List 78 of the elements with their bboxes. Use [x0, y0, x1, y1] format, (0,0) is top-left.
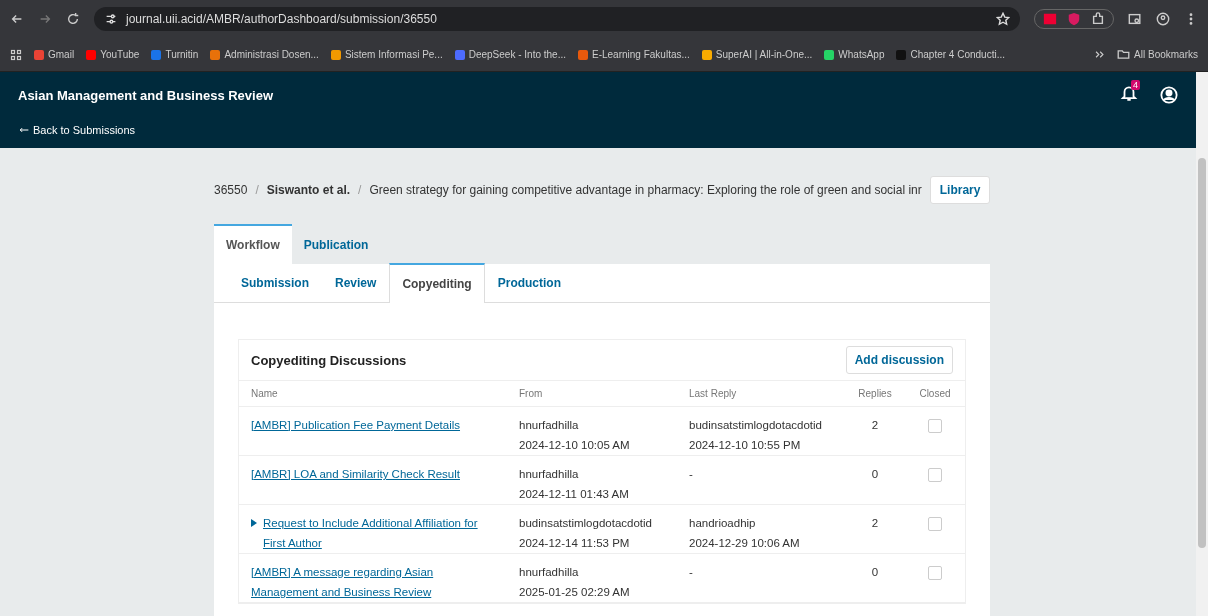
reply-count: 2: [871, 419, 879, 431]
reply-count: 2: [871, 517, 879, 529]
address-bar[interactable]: journal.uii.acid/AMBR/authorDashboard/submission/36550: [94, 7, 1020, 31]
section-title: Copyediting Discussions: [251, 352, 407, 368]
bell-icon[interactable]: [1120, 84, 1138, 102]
discussion-link[interactable]: [AMBR] Publication Fee Payment Details: [251, 415, 460, 447]
closed-checkbox[interactable]: [928, 517, 942, 531]
add-discussion-button[interactable]: Add discussion: [845, 346, 953, 374]
puzzle-icon[interactable]: [1091, 12, 1105, 26]
column-header: From: [507, 381, 677, 407]
submission-id: 36550: [214, 183, 248, 197]
column-header: Last Reply: [677, 381, 845, 407]
sender-name: hnurfadhilla: [519, 565, 580, 580]
discussion-link[interactable]: [AMBR] LOA and Similarity Check Result: [251, 464, 460, 496]
discussion-link[interactable]: Request to Include Additional Affiliation for First Author: [263, 513, 495, 545]
bookmark[interactable]: Chapter 4 Conducti...: [896, 49, 1005, 60]
separator: /: [358, 183, 362, 197]
user-account-icon[interactable]: [1160, 86, 1178, 104]
sent-date: 2024-12-14 11:53 PM: [519, 536, 631, 551]
back-arrow-icon[interactable]: [10, 12, 24, 26]
notification-badge: 4: [1131, 80, 1140, 90]
shield-icon[interactable]: [1067, 12, 1081, 26]
journal-title: Asian Management and Business Review: [18, 87, 275, 103]
bookmark[interactable]: E-Learning Fakultas...: [578, 49, 690, 60]
star-icon[interactable]: [996, 12, 1010, 26]
apps-grid-icon[interactable]: [10, 48, 22, 61]
last-reply-date: 2024-12-29 10:06 AM: [689, 536, 801, 551]
bookmark[interactable]: Sistem Informasi Pe...: [330, 49, 443, 60]
chevrons-icon[interactable]: [1094, 49, 1106, 60]
profile-icon[interactable]: [1156, 12, 1170, 26]
sent-date: 2025-01-25 02:29 AM: [519, 585, 631, 600]
last-reply-user: handrioadhip: [689, 516, 757, 531]
submission-title: Green strategy for gaining competitive advantage in pharmacy: Exploring the role of green and social inr: [369, 183, 922, 197]
bookmark[interactable]: DeepSeek - Into the...: [454, 49, 566, 60]
sender-name: budinsatstimlogdotacdotid: [519, 516, 653, 531]
bookmark[interactable]: YouTube: [86, 49, 140, 60]
last-reply-user: -: [689, 467, 694, 482]
bookmark[interactable]: Turnitin: [151, 49, 199, 60]
url-text: journal.uii.acid/AMBR/authorDashboard/submission/36550: [126, 12, 438, 26]
reply-count: 0: [871, 468, 879, 480]
sender-name: hnurfadhilla: [519, 418, 580, 433]
column-header: Name: [239, 381, 507, 407]
tab[interactable]: Publication: [291, 224, 381, 264]
stage-tab[interactable]: Copyediting: [389, 263, 485, 303]
tab-search-icon[interactable]: [1128, 12, 1142, 26]
bookmark[interactable]: Gmail: [34, 49, 75, 60]
extension-icon[interactable]: [1043, 12, 1057, 26]
site-settings-icon[interactable]: [104, 12, 118, 26]
separator: /: [255, 183, 259, 197]
folder-icon[interactable]: [1117, 48, 1131, 61]
submission-authors: Siswanto et al.: [266, 183, 351, 197]
left-arrow-icon[interactable]: [18, 125, 30, 135]
closed-checkbox[interactable]: [928, 566, 942, 580]
column-header: Closed: [905, 381, 965, 407]
reply-count: 0: [871, 566, 879, 578]
closed-checkbox[interactable]: [928, 468, 942, 482]
stage-tab[interactable]: Production: [484, 262, 575, 302]
stage-tab[interactable]: Submission: [228, 262, 322, 302]
scrollbar[interactable]: [1196, 72, 1208, 616]
column-header: Replies: [845, 381, 905, 407]
last-reply-date: 2024-12-10 10:55 PM: [689, 438, 802, 453]
last-reply-user: -: [689, 565, 694, 580]
last-reply-user: budinsatstimlogdotacdotid: [689, 418, 823, 433]
tab[interactable]: Workflow: [214, 224, 292, 264]
bookmark[interactable]: Administrasi Dosen...: [210, 49, 319, 60]
stage-tab[interactable]: Review: [322, 262, 390, 302]
reload-icon[interactable]: [66, 12, 80, 26]
expand-triangle-icon[interactable]: [251, 519, 257, 527]
sender-name: hnurfadhilla: [519, 467, 580, 482]
bookmark[interactable]: WhatsApp: [824, 49, 885, 60]
all-bookmarks[interactable]: All Bookmarks: [1117, 48, 1198, 61]
library-button[interactable]: Library: [929, 176, 991, 204]
closed-checkbox[interactable]: [928, 419, 942, 433]
sent-date: 2024-12-11 01:43 AM: [519, 487, 630, 502]
sent-date: 2024-12-10 10:05 AM: [519, 438, 631, 453]
back-link[interactable]: Back to Submissions: [18, 124, 1178, 136]
forward-arrow-icon[interactable]: [38, 12, 52, 26]
bookmark[interactable]: SuperAI | All-in-One...: [701, 49, 813, 60]
